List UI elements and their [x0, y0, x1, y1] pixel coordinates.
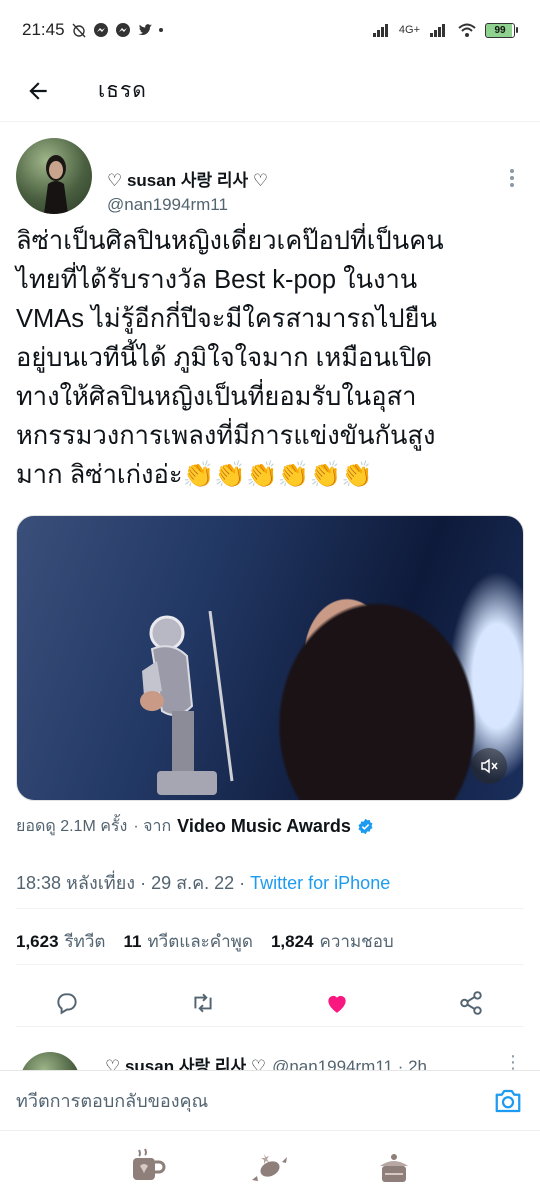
- battery-level: 99: [485, 22, 515, 38]
- heart-filled-icon: [328, 995, 346, 1013]
- mute-button[interactable]: [471, 748, 507, 784]
- network-type: 4G+: [398, 24, 420, 36]
- engagement-stats: 1,623 รีทวีต 11 ทวีตและคำพูด 1,824 ความชอบ: [16, 928, 394, 955]
- tweet-timestamp[interactable]: 18:38 หลังเที่ยง · 29 ส.ค. 22 ·: [16, 873, 250, 893]
- cake-sticker[interactable]: [370, 1143, 418, 1191]
- tweet-client[interactable]: Twitter for iPhone: [250, 873, 390, 893]
- tweet-video[interactable]: [16, 515, 524, 801]
- coffee-cup-sticker[interactable]: [122, 1143, 170, 1191]
- cup-icon: [133, 1148, 166, 1180]
- video-source[interactable]: Video Music Awards: [177, 816, 351, 837]
- avatar[interactable]: [16, 138, 92, 214]
- like-button[interactable]: [322, 988, 352, 1018]
- avatar[interactable]: [20, 1052, 80, 1070]
- from-label: · จาก: [133, 818, 172, 835]
- twitter-bird-icon: [137, 24, 152, 36]
- alarm-off-icon: [72, 23, 86, 38]
- trophy-image: [140, 611, 234, 795]
- candy-icon: [252, 1154, 287, 1181]
- views-row: ยอดดู 2.1M ครั้ง · จาก Video Music Award…: [16, 814, 374, 839]
- top-app-bar: เธรด: [0, 60, 540, 122]
- author-name[interactable]: ♡ susan 사랑 리사 ♡: [107, 166, 268, 191]
- signal-icon: [372, 24, 388, 37]
- messenger-icon: [93, 23, 108, 37]
- reply-input[interactable]: ทวีตการตอบกลับของคุณ: [16, 1086, 208, 1115]
- status-dot: [158, 28, 163, 32]
- signal-icon-2: [430, 24, 445, 37]
- divider: [16, 908, 524, 909]
- reply-author: ♡ susan 사랑 리사 ♡ @nan1994rm11 · 2h: [105, 1057, 428, 1070]
- more-vertical-icon[interactable]: ⋮: [504, 1052, 522, 1070]
- retweet-icon: [194, 993, 212, 1013]
- cake-icon: [380, 1154, 408, 1182]
- author-row: ♡ susan 사랑 리사 ♡ @nan1994rm11: [16, 138, 524, 214]
- back-button[interactable]: [18, 71, 58, 111]
- messenger-icon-2: [115, 23, 130, 37]
- reply-button[interactable]: [52, 988, 82, 1018]
- battery-icon: 99: [485, 22, 518, 38]
- reply-composer[interactable]: ทวีตการตอบกลับของคุณ: [0, 1070, 540, 1130]
- camera-button[interactable]: [492, 1085, 524, 1117]
- speaker-muted-icon: [481, 758, 498, 774]
- more-options-button[interactable]: [502, 166, 522, 190]
- tweet-text: ลิซ่าเป็นศิลปินหญิงเดี่ยวเคป๊อปที่เป็นคน…: [16, 227, 444, 489]
- divider: [16, 964, 524, 965]
- quotes-stat[interactable]: 11 ทวีตและคำพูด: [123, 928, 252, 955]
- retweets-stat[interactable]: 1,623 รีทวีต: [16, 928, 105, 955]
- timestamp-row: 18:38 หลังเที่ยง · 29 ส.ค. 22 · Twitter …: [16, 868, 390, 897]
- camera-icon: [495, 1089, 521, 1113]
- sticker-suggestions: [0, 1130, 540, 1200]
- status-bar: 21:45 4G+ 99: [0, 0, 540, 60]
- share-button[interactable]: [456, 988, 486, 1018]
- author-handle[interactable]: @nan1994rm11: [107, 195, 228, 215]
- avatar-image: [44, 155, 68, 214]
- wifi-icon: [458, 23, 476, 37]
- tweet-actions: [0, 982, 540, 1024]
- share-icon: [460, 991, 482, 1015]
- more-vertical-icon: [510, 169, 514, 173]
- candy-sticker[interactable]: [246, 1143, 294, 1191]
- arrow-left-icon: [29, 81, 47, 100]
- reply-icon: [57, 993, 77, 1015]
- view-count: ยอดดู 2.1M ครั้ง: [16, 818, 128, 835]
- page-title: เธรด: [98, 79, 147, 102]
- verified-badge-icon: [358, 818, 373, 835]
- likes-stat[interactable]: 1,824 ความชอบ: [271, 928, 394, 955]
- status-time: 21:45: [22, 20, 65, 39]
- retweet-button[interactable]: [188, 988, 218, 1018]
- reply-tweet-preview[interactable]: ♡ susan 사랑 리사 ♡ @nan1994rm11 · 2h ⋮: [0, 1026, 540, 1070]
